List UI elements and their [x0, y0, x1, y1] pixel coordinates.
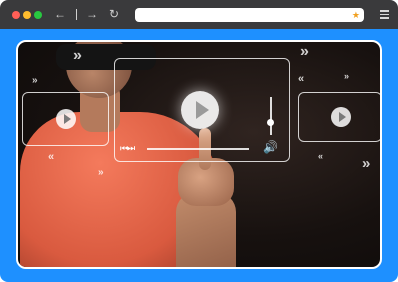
- left-video-thumbnail[interactable]: [22, 92, 109, 146]
- chevron-arrows-icon: »: [362, 155, 371, 172]
- maximize-window-button[interactable]: [34, 11, 42, 19]
- arrow-left-icon[interactable]: ←: [54, 7, 66, 21]
- chevron-arrows-icon: »: [344, 71, 350, 81]
- chevron-arrows-icon: »: [98, 167, 104, 178]
- chevron-arrows-icon: «: [48, 151, 55, 163]
- toolbar-divider: [76, 9, 77, 20]
- main-video-player[interactable]: ⏮⏭ 🔊: [114, 58, 290, 162]
- close-window-button[interactable]: [12, 11, 20, 19]
- chevron-arrows-icon: «: [298, 73, 305, 85]
- progress-bar[interactable]: [147, 148, 249, 150]
- volume-icon[interactable]: 🔊: [263, 140, 278, 154]
- chevron-arrows-icon: «: [318, 151, 324, 161]
- hero-image: ⏮⏭ 🔊 » » » « » « » « »: [16, 40, 382, 269]
- play-icon[interactable]: [331, 107, 351, 127]
- previous-next-icon[interactable]: ⏮⏭: [120, 142, 135, 154]
- reload-icon[interactable]: ↻: [109, 7, 119, 21]
- play-icon[interactable]: [56, 109, 76, 129]
- vertical-slider[interactable]: [270, 97, 272, 135]
- chevron-arrows-icon: »: [32, 75, 38, 86]
- right-video-thumbnail[interactable]: [298, 92, 380, 142]
- title-bar: ← → ↻ ★: [0, 0, 398, 29]
- play-icon[interactable]: [181, 91, 219, 129]
- minimize-window-button[interactable]: [23, 11, 31, 19]
- address-bar[interactable]: ★: [135, 8, 364, 22]
- chevron-arrows-icon: »: [300, 43, 309, 60]
- star-icon[interactable]: ★: [352, 8, 360, 22]
- arrow-right-icon[interactable]: →: [86, 7, 98, 21]
- browser-window: ← → ↻ ★ ⏮⏭ 🔊 » » » « » « » « »: [0, 0, 398, 282]
- chevron-arrows-icon: »: [73, 47, 82, 64]
- vertical-slider-knob[interactable]: [267, 119, 274, 126]
- hamburger-menu-icon[interactable]: [380, 10, 389, 21]
